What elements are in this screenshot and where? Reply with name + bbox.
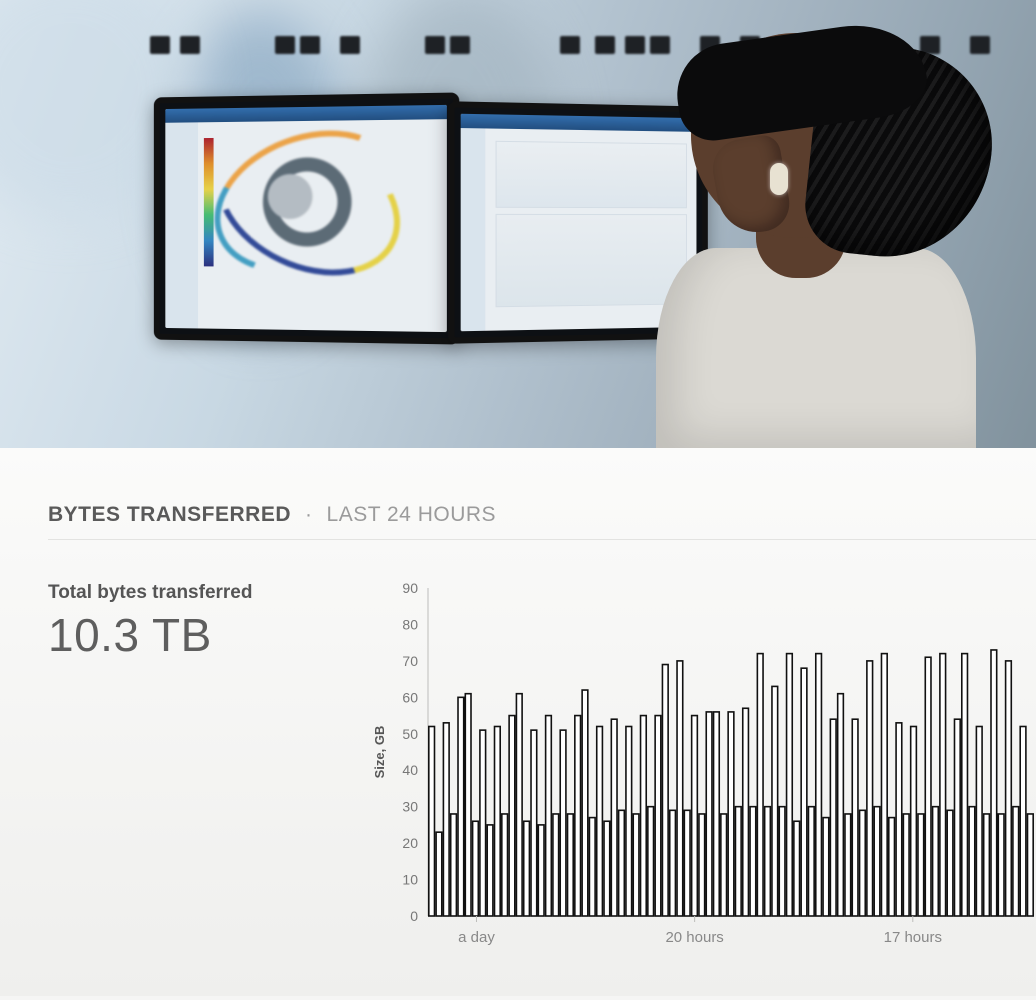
panel-range: LAST 24 HOURS: [327, 503, 497, 527]
svg-text:20: 20: [402, 835, 418, 851]
svg-text:17 hours: 17 hours: [884, 929, 942, 946]
panel-title: BYTES TRANSFERRED: [48, 503, 291, 527]
svg-text:0: 0: [410, 908, 418, 924]
svg-text:60: 60: [402, 689, 418, 705]
kpi-label: Total bytes transferred: [48, 582, 368, 604]
svg-text:Size, GB: Size, GB: [372, 726, 387, 779]
kpi-block: Total bytes transferred 10.3 TB: [48, 582, 368, 662]
hero-image: [0, 0, 1036, 448]
panel-separator: ·: [305, 503, 313, 527]
svg-text:80: 80: [402, 616, 418, 632]
kpi-value: 10.3 TB: [48, 608, 368, 662]
svg-text:30: 30: [402, 799, 418, 815]
panel-divider: [48, 539, 1036, 540]
svg-text:50: 50: [402, 726, 418, 742]
bytes-chart-svg: 0 10 20 30 40 50 60 70 80 90 Size, GB a day 20 hours…: [368, 582, 1036, 972]
svg-text:a day: a day: [458, 929, 495, 946]
svg-text:90: 90: [402, 582, 418, 596]
bytes-transferred-panel: BYTES TRANSFERRED · LAST 24 HOURS Total …: [0, 448, 1036, 996]
svg-text:20 hours: 20 hours: [665, 929, 723, 946]
panel-header: BYTES TRANSFERRED · LAST 24 HOURS: [48, 503, 1036, 527]
svg-text:40: 40: [402, 762, 418, 778]
bytes-chart: 0 10 20 30 40 50 60 70 80 90 Size, GB a day 20 hours…: [368, 582, 1036, 972]
svg-text:10: 10: [402, 872, 418, 888]
svg-text:70: 70: [402, 653, 418, 669]
